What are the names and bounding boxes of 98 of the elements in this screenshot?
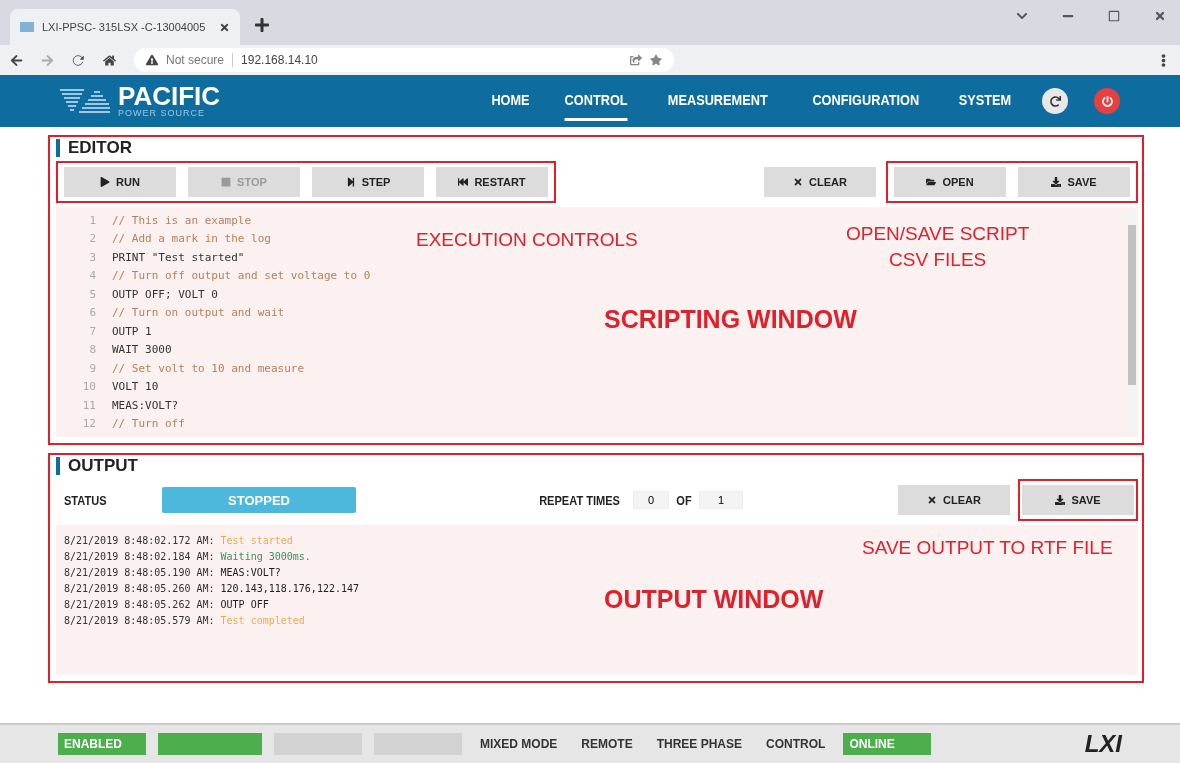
nav-link[interactable]: MEASUREMENT — [668, 81, 768, 121]
clear-button[interactable]: CLEAR — [764, 167, 876, 197]
close-icon[interactable] — [219, 21, 230, 33]
code-line: // Turn off output and set voltage to 0 — [112, 269, 371, 283]
status-item: REMOTE — [580, 736, 634, 753]
logo-icon — [60, 87, 110, 115]
new-tab-icon[interactable] — [254, 17, 270, 33]
power-icon — [1101, 95, 1113, 107]
star-icon[interactable] — [650, 54, 662, 66]
refresh-button[interactable] — [1042, 88, 1068, 114]
line-number: 9 — [88, 361, 97, 375]
line-number: 10 — [81, 380, 97, 394]
close-icon[interactable] — [1154, 10, 1166, 22]
nav-link[interactable]: CONFIGURATION — [812, 81, 919, 121]
repeat-total-field[interactable]: 1 — [699, 491, 744, 509]
line-number: 12 — [81, 417, 97, 431]
code-line: // This is an example — [112, 213, 252, 227]
clear-button[interactable]: CLEAR — [898, 485, 1010, 515]
skip-back-icon — [458, 177, 469, 187]
maximize-icon[interactable] — [1108, 10, 1120, 22]
code-line: PRINT "Test started" — [112, 250, 245, 264]
log-line: 8/21/2019 8:48:05.262 AM: OUTP OFF — [64, 598, 269, 612]
status-item: ONLINE — [843, 733, 932, 755]
refresh-icon — [1049, 95, 1061, 107]
log-line: 8/21/2019 8:48:05.579 AM: Test completed — [64, 614, 305, 628]
of-label: OF — [676, 492, 692, 508]
line-number: 8 — [88, 343, 97, 357]
folder-icon — [926, 177, 937, 187]
annotation-label: SAVE OUTPUT TO RTF FILE — [862, 536, 1113, 560]
logo-title: PACIFIC — [118, 84, 221, 108]
status-indicator: STOPPED — [162, 487, 356, 513]
log-line: 8/21/2019 8:48:02.172 AM: Test started — [64, 534, 293, 548]
code-line: // Add a mark in the log — [112, 232, 271, 246]
tab-title: LXI-PPSC- 315LSX -C-13004005 — [42, 21, 206, 33]
annotation-label: OUTPUT WINDOW — [604, 584, 824, 615]
section-title: EDITOR — [56, 139, 1138, 157]
nav-link[interactable]: HOME — [491, 81, 530, 121]
file-button[interactable]: OPEN — [894, 167, 1006, 197]
warning-icon — [146, 54, 158, 66]
close-icon — [927, 495, 938, 505]
nav-link[interactable]: SYSTEM — [958, 81, 1012, 121]
toolbar-button[interactable]: RUN — [64, 167, 176, 197]
code-line: // Turn on output and wait — [112, 306, 285, 320]
step-forward-icon — [345, 177, 356, 187]
status-item: CONTROL — [765, 736, 827, 753]
line-number: 3 — [88, 250, 97, 264]
status-item: MIXED MODE — [479, 736, 559, 753]
security-label: Not secure — [166, 53, 234, 67]
code-line: VOLT 10 — [112, 380, 159, 394]
toolbar-button[interactable]: RESTART — [436, 167, 548, 197]
url-text: 192.168.14.10 — [241, 53, 318, 67]
repeat-count-field[interactable]: 0 — [633, 491, 670, 509]
log-line: 8/21/2019 8:48:05.260 AM: 120.143,118.176,122.147 — [64, 582, 360, 596]
close-icon — [793, 177, 804, 187]
download-icon — [1055, 495, 1066, 505]
annotation-label: SCRIPTING WINDOW — [604, 304, 857, 335]
line-number: 5 — [88, 287, 97, 301]
line-number: 6 — [88, 306, 97, 320]
line-number: 11 — [81, 398, 97, 412]
scrollbar[interactable] — [1126, 211, 1138, 433]
code-line: // Turn off — [112, 417, 185, 431]
code-line: OUTP OFF; VOLT 0 — [112, 287, 218, 301]
logo-subtitle: POWER SOURCE — [118, 108, 206, 118]
power-button[interactable] — [1094, 88, 1120, 114]
address-field[interactable]: Not secure 192.168.14.10 — [134, 48, 674, 72]
code-line: OUTP 1 — [112, 324, 152, 338]
file-button[interactable]: SAVE — [1018, 167, 1130, 197]
log-line: 8/21/2019 8:48:02.184 AM: Waiting 3000ms. — [64, 550, 311, 564]
line-number: 1 — [88, 213, 97, 227]
back-icon[interactable] — [10, 53, 23, 67]
lxi-logo: LXI — [1084, 730, 1122, 758]
section-title: OUTPUT — [56, 457, 1138, 475]
status-item: ENABLED — [58, 733, 146, 755]
status-item: THREE PHASE — [655, 736, 744, 753]
chevron-icon[interactable] — [1016, 10, 1028, 22]
status-label: STATUS — [63, 492, 108, 508]
code-line: // Set volt to 10 and measure — [112, 361, 305, 375]
annotation-label: EXECUTION CONTROLS — [416, 228, 638, 252]
home-icon[interactable] — [103, 53, 116, 67]
code-editor[interactable] — [56, 207, 1138, 437]
repeat-label: REPEAT TIMES — [539, 492, 620, 508]
code-line: MEAS:VOLT? — [112, 398, 179, 412]
code-line: WAIT 3000 — [112, 343, 172, 357]
share-icon[interactable] — [630, 54, 642, 66]
download-icon — [1051, 177, 1062, 187]
line-number: 4 — [88, 269, 97, 283]
line-number: 7 — [88, 324, 97, 338]
browser-tab[interactable]: LXI-PPSC- 315LSX -C-13004005 — [10, 9, 240, 45]
reload-icon[interactable] — [72, 53, 85, 67]
annotation-label: OPEN/SAVE SCRIPT CSV FILES — [846, 222, 1030, 272]
save-button[interactable]: SAVE — [1022, 485, 1134, 515]
play-icon — [100, 177, 111, 187]
stop-icon — [221, 177, 232, 187]
log-line: 8/21/2019 8:48:05.190 AM: MEAS:VOLT? — [64, 566, 281, 580]
toolbar-button[interactable]: STEP — [312, 167, 424, 197]
page-icon — [20, 22, 34, 32]
nav-link[interactable]: CONTROL — [564, 81, 628, 121]
line-number: 2 — [88, 232, 97, 246]
